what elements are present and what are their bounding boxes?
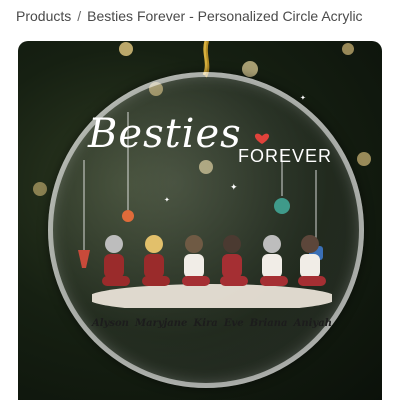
name-label: Briana — [249, 318, 288, 329]
light-dot — [242, 61, 258, 77]
light-dot — [357, 152, 371, 166]
name-label: Eve — [223, 318, 244, 329]
girl-figure — [102, 235, 130, 286]
name-label: Kira — [193, 318, 218, 329]
light-dot — [33, 182, 47, 196]
name-label: Aniyah — [293, 318, 332, 329]
breadcrumb-item-current: Besties Forever - Personalized Circle Ac… — [87, 8, 363, 24]
breadcrumb-item-products[interactable]: Products — [16, 8, 71, 24]
girl-figure — [260, 235, 288, 286]
girl-figure — [182, 235, 210, 286]
girl-figure — [298, 235, 326, 286]
breadcrumb-separator: / — [77, 8, 82, 24]
light-dot — [119, 42, 133, 56]
girl-figure — [220, 235, 248, 286]
name-label: Alyson — [92, 318, 129, 329]
ornament-subtitle: FOREVER — [238, 146, 333, 166]
light-dot — [342, 43, 354, 55]
name-label: Maryjane — [135, 318, 188, 329]
besties-illustration — [92, 235, 332, 308]
breadcrumb: Products / Besties Forever - Personalize… — [16, 6, 363, 26]
girl-figure — [142, 235, 170, 286]
names-row: Alyson Maryjane Kira Eve Briana Aniyah — [92, 318, 332, 329]
